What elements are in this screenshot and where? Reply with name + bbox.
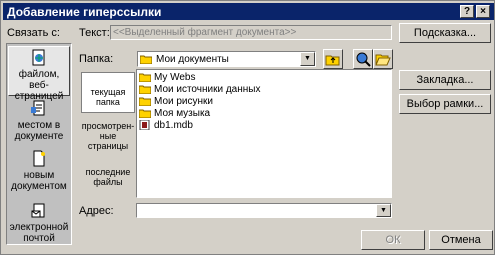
text-label: Текст: xyxy=(79,27,110,39)
display-text-field[interactable]: <<Выделенный фрагмент документа>> xyxy=(110,25,392,40)
address-field[interactable]: ▼ xyxy=(136,203,392,218)
folder-label: Папка: xyxy=(79,53,114,65)
title-bar: Добавление гиперссылки ? × xyxy=(3,3,494,20)
screen-tip-button[interactable]: Подсказка... xyxy=(399,23,491,43)
folder-icon xyxy=(138,96,152,107)
place-browsed-pages[interactable]: просмотрен-ные страницы xyxy=(81,121,135,153)
folder-icon xyxy=(138,108,152,119)
browse-web-button[interactable] xyxy=(353,49,373,69)
link-type-bar: файлом, веб-страницей местом в документе… xyxy=(6,43,72,245)
database-file-icon xyxy=(139,119,151,131)
link-to-label: Связать с: xyxy=(7,27,60,39)
folder-select[interactable]: Мои документы ▼ xyxy=(137,51,316,67)
document-place-icon xyxy=(30,100,48,118)
place-current-folder[interactable]: текущая папка xyxy=(81,72,135,113)
browse-web-icon xyxy=(356,52,371,67)
web-page-icon xyxy=(30,49,48,67)
target-frame-button[interactable]: Выбор рамки... xyxy=(399,94,491,114)
close-button[interactable]: × xyxy=(476,5,490,18)
list-item[interactable]: Мои источники данных xyxy=(138,84,260,96)
window-title: Добавление гиперссылки xyxy=(7,5,162,19)
link-type-label: новым документом xyxy=(11,170,67,192)
folder-value: Мои документы xyxy=(156,54,229,65)
address-label: Адрес: xyxy=(79,205,114,217)
list-item[interactable]: My Webs xyxy=(138,72,196,84)
folder-icon xyxy=(139,54,153,65)
link-type-label: электронной почтой xyxy=(9,222,69,244)
help-button[interactable]: ? xyxy=(460,5,474,18)
link-type-label: местом в документе xyxy=(14,120,64,142)
link-type-web-page[interactable]: файлом, веб-страницей xyxy=(8,46,70,102)
up-one-folder-button[interactable] xyxy=(323,49,343,69)
list-item[interactable]: Моя музыка xyxy=(138,108,210,120)
chevron-down-icon[interactable]: ▼ xyxy=(376,204,391,217)
link-type-document-place[interactable]: местом в документе xyxy=(8,98,70,142)
places-bar: текущая папка просмотрен-ные страницы по… xyxy=(81,71,135,198)
place-recent-files[interactable]: последние файлы xyxy=(81,167,135,193)
chevron-down-icon[interactable]: ▼ xyxy=(300,52,315,66)
list-item[interactable]: Мои рисунки xyxy=(138,96,213,108)
new-document-icon xyxy=(30,150,48,168)
bookmark-button[interactable]: Закладка... xyxy=(399,70,491,90)
open-folder-icon xyxy=(375,54,391,66)
link-type-new-document[interactable]: новым документом xyxy=(8,148,70,192)
link-type-email[interactable]: электронной почтой xyxy=(8,200,70,244)
browse-file-button[interactable] xyxy=(373,49,393,69)
file-list[interactable]: My Webs Мои источники данных Мои рисунки… xyxy=(136,69,392,198)
email-icon xyxy=(30,202,48,220)
cancel-button[interactable]: Отмена xyxy=(429,230,493,250)
place-label: просмотрен-ные страницы xyxy=(81,121,135,151)
folder-icon xyxy=(138,72,152,83)
ok-button[interactable]: ОК xyxy=(361,230,425,250)
place-label: последние файлы xyxy=(85,167,131,187)
place-label: текущая папка xyxy=(90,87,126,107)
folder-up-icon xyxy=(325,55,340,66)
display-text-value: <<Выделенный фрагмент документа>> xyxy=(113,27,297,38)
hyperlink-dialog: Добавление гиперссылки ? × Связать с: фа… xyxy=(0,0,495,255)
list-item[interactable]: db1.mdb xyxy=(139,119,193,132)
folder-icon xyxy=(138,84,152,95)
